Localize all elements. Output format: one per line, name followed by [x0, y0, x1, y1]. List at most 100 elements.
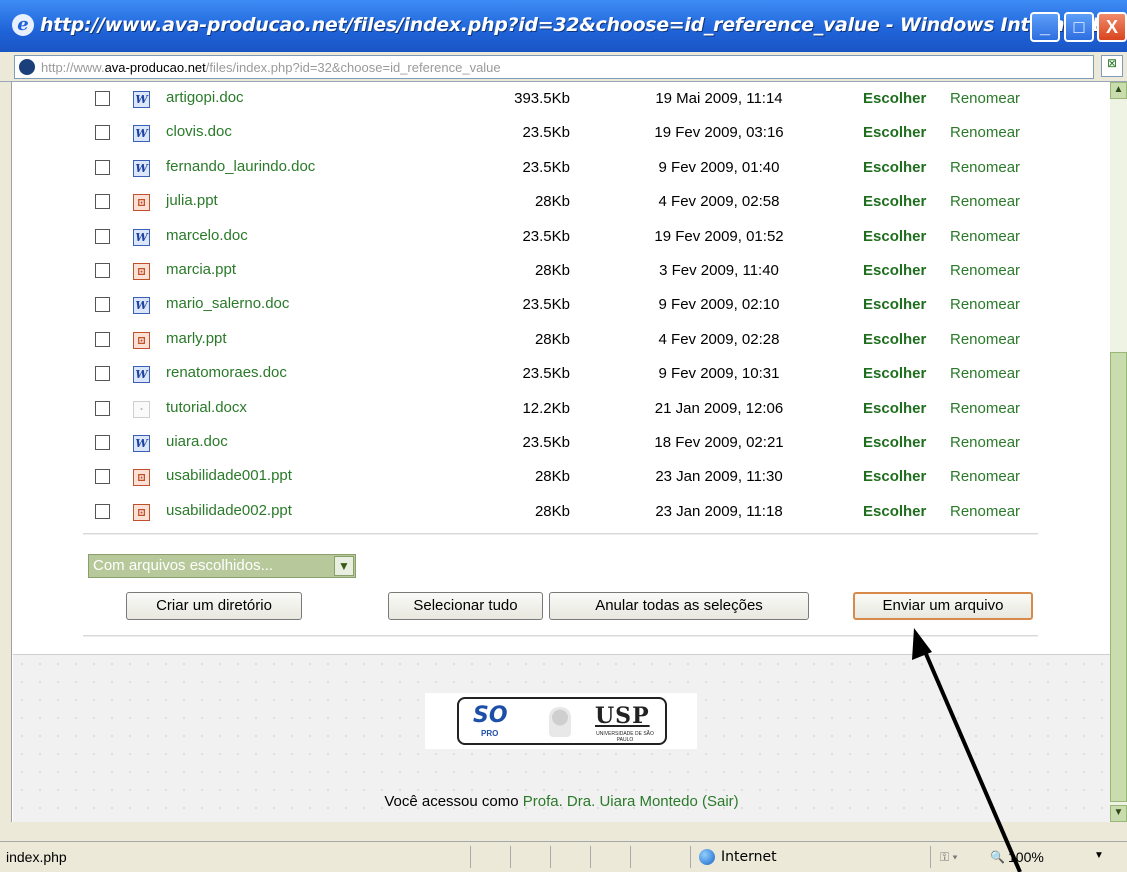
file-row: ⊡ marly.ppt 28Kb 4 Fev 2009, 02:28 Escolher R… — [13, 327, 1110, 361]
doc-file-icon: W — [133, 228, 150, 246]
file-row: ⊡ usabilidade002.ppt 28Kb 23 Jan 2009, 11:1… — [13, 499, 1110, 533]
file-manager: Wartigopi.doc 393.5Kb 19 Mai 2009, 11:14 Es… — [13, 82, 1110, 654]
bulk-action-select[interactable]: Com arquivos escolhidos... ▼ — [88, 554, 356, 578]
zoom-level[interactable]: 100% — [1008, 849, 1044, 865]
rename-link[interactable]: Renomear — [950, 503, 1020, 520]
file-name-link[interactable]: uiara.doc — [166, 433, 228, 450]
bust-logo-icon — [549, 707, 571, 737]
choose-link[interactable]: Escolher — [863, 193, 926, 210]
file-name-link[interactable]: marcelo.doc — [166, 227, 248, 244]
file-checkbox[interactable] — [95, 125, 110, 141]
choose-link[interactable]: Escolher — [863, 468, 926, 485]
chevron-down-icon[interactable]: ▼ — [334, 556, 354, 576]
login-prefix: Você acessou como — [384, 793, 523, 810]
file-name-link[interactable]: renatomoraes.doc — [166, 364, 287, 381]
select-all-button[interactable]: Selecionar tudo — [388, 592, 543, 620]
file-checkbox[interactable] — [95, 159, 110, 175]
file-row: Wmario_salerno.doc 23.5Kb 9 Fev 2009, 02:1… — [13, 292, 1110, 326]
logout-link[interactable]: (Sair) — [702, 793, 739, 810]
file-checkbox[interactable] — [95, 469, 110, 485]
doc-file-icon: W — [133, 159, 150, 177]
rename-link[interactable]: Renomear — [950, 262, 1020, 279]
choose-link[interactable]: Escolher — [863, 434, 926, 451]
zoom-dropdown-icon[interactable]: ▼ — [1094, 850, 1104, 861]
address-url[interactable]: http://www.ava-producao.net/files/index.… — [41, 60, 501, 75]
file-row: Wclovis.doc 23.5Kb 19 Fev 2009, 03:16 Escol… — [13, 120, 1110, 154]
rename-link[interactable]: Renomear — [950, 193, 1020, 210]
file-checkbox[interactable] — [95, 435, 110, 450]
file-size: 28Kb — [534, 468, 570, 486]
maximize-button[interactable]: □ — [1064, 12, 1094, 42]
rename-link[interactable]: Renomear — [950, 296, 1020, 313]
file-name-link[interactable]: mario_salerno.doc — [166, 295, 289, 312]
minimize-button[interactable]: _ — [1030, 12, 1060, 42]
file-row: Wrenatomoraes.doc 23.5Kb 9 Fev 2009, 10:31… — [13, 361, 1110, 395]
choose-link[interactable]: Escolher — [863, 124, 926, 141]
choose-link[interactable]: Escolher — [863, 400, 926, 417]
rename-link[interactable]: Renomear — [950, 228, 1020, 245]
file-size: 23.5Kb — [522, 296, 570, 314]
file-name-link[interactable]: artigopi.doc — [166, 89, 244, 106]
login-info: Você acessou como Profa. Dra. Uiara Mont… — [13, 793, 1110, 810]
file-name-link[interactable]: julia.ppt — [166, 192, 218, 209]
file-name-link[interactable]: marcia.ppt — [166, 261, 236, 278]
file-checkbox[interactable] — [95, 263, 110, 278]
choose-link[interactable]: Escolher — [863, 262, 926, 279]
vertical-scrollbar[interactable]: ▲ ▼ — [1110, 82, 1127, 822]
file-checkbox[interactable] — [95, 228, 110, 244]
rename-link[interactable]: Renomear — [950, 331, 1020, 348]
file-checkbox[interactable] — [95, 194, 110, 210]
protected-mode-icon[interactable]: ⚿ ▾ — [940, 850, 958, 865]
file-size: 393.5Kb — [514, 90, 570, 107]
file-checkbox[interactable] — [95, 91, 110, 106]
address-field[interactable]: http://www.ava-producao.net/files/index.… — [14, 55, 1094, 79]
file-name-link[interactable]: usabilidade002.ppt — [166, 502, 292, 519]
file-checkbox[interactable] — [95, 331, 110, 347]
file-name-link[interactable]: usabilidade001.ppt — [166, 467, 292, 484]
rename-link[interactable]: Renomear — [950, 90, 1020, 107]
rss-feed-icon[interactable]: ⊠ — [1101, 55, 1123, 77]
file-name-link[interactable]: marly.ppt — [166, 330, 227, 347]
file-date: 9 Fev 2009, 02:10 — [658, 296, 780, 314]
rename-link[interactable]: Renomear — [950, 400, 1020, 417]
file-size: 23.5Kb — [522, 365, 570, 383]
ppt-file-icon: ⊡ — [133, 469, 150, 487]
divider — [83, 533, 1038, 535]
choose-link[interactable]: Escolher — [863, 503, 926, 520]
file-name-link[interactable]: fernando_laurindo.doc — [166, 158, 315, 175]
logo-frame: SO PRO USP UNIVERSIDADE DE SÃO PAULO — [457, 697, 667, 745]
file-name-link[interactable]: tutorial.docx — [166, 399, 247, 416]
close-button[interactable]: X — [1097, 12, 1127, 42]
scroll-thumb[interactable] — [1110, 352, 1127, 802]
file-size: 28Kb — [534, 502, 570, 520]
choose-link[interactable]: Escolher — [863, 365, 926, 382]
scroll-up-icon[interactable]: ▲ — [1110, 82, 1127, 99]
doc-file-icon: W — [133, 125, 150, 143]
file-name-link[interactable]: clovis.doc — [166, 123, 232, 140]
file-row: · tutorial.docx 12.2Kb 21 Jan 2009, 12:06 Es… — [13, 396, 1110, 430]
create-directory-button[interactable]: Criar um diretório — [126, 592, 302, 620]
scroll-down-icon[interactable]: ▼ — [1110, 805, 1127, 822]
rename-link[interactable]: Renomear — [950, 159, 1020, 176]
choose-link[interactable]: Escolher — [863, 159, 926, 176]
rename-link[interactable]: Renomear — [950, 468, 1020, 485]
internet-globe-icon — [699, 849, 715, 865]
clear-selections-button[interactable]: Anular todas as seleções — [549, 592, 809, 620]
file-checkbox[interactable] — [95, 503, 110, 519]
file-checkbox[interactable] — [95, 366, 110, 382]
rename-link[interactable]: Renomear — [950, 365, 1020, 382]
choose-link[interactable]: Escolher — [863, 90, 926, 107]
file-size: 12.2Kb — [522, 399, 570, 417]
choose-link[interactable]: Escolher — [863, 228, 926, 245]
user-profile-link[interactable]: Profa. Dra. Uiara Montedo — [523, 793, 698, 810]
rename-link[interactable]: Renomear — [950, 434, 1020, 451]
upload-file-button[interactable]: Enviar um arquivo — [853, 592, 1033, 620]
file-checkbox[interactable] — [95, 297, 110, 313]
address-bar: http://www.ava-producao.net/files/index.… — [0, 52, 1127, 82]
rename-link[interactable]: Renomear — [950, 124, 1020, 141]
choose-link[interactable]: Escolher — [863, 296, 926, 313]
file-checkbox[interactable] — [95, 400, 110, 416]
choose-link[interactable]: Escolher — [863, 331, 926, 348]
file-row: Wfernando_laurindo.doc 23.5Kb 9 Fev 2009, … — [13, 155, 1110, 189]
zoom-icon[interactable]: 🔍 — [990, 850, 1005, 864]
